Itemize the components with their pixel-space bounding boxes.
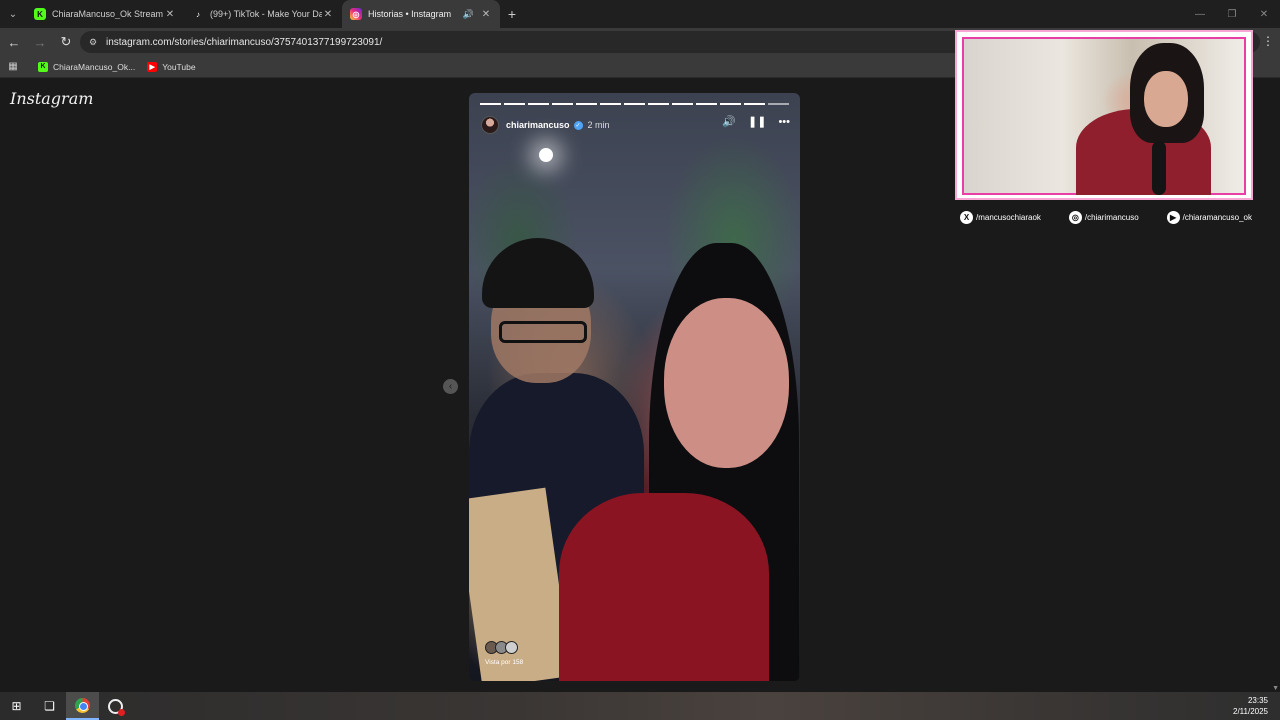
story-media-helmet <box>482 238 594 308</box>
youtube-icon: ▶ <box>1166 210 1180 224</box>
story-progress-segment <box>720 103 741 105</box>
close-icon[interactable]: ✕ <box>164 9 176 20</box>
close-icon[interactable]: ✕ <box>322 9 334 20</box>
social-handle: /chiarimancuso <box>1084 212 1139 222</box>
story-progress-segment <box>648 103 669 105</box>
bookmark-kick[interactable]: K ChiaraMancuso_Ok... <box>38 61 136 72</box>
webcam-feed <box>962 37 1246 195</box>
story-progress-segment <box>672 103 693 105</box>
story-progress-segment <box>504 103 525 105</box>
story-media-red-shirt <box>559 493 769 681</box>
story-viewer[interactable]: chiarimancuso ✓ 2 min 🔊 ❚❚ ••• Vista por… <box>469 93 800 681</box>
chrome-taskbar-button[interactable] <box>66 692 99 720</box>
story-timestamp: 2 min <box>587 120 610 130</box>
story-username[interactable]: chiarimancuso <box>506 120 570 130</box>
tab-title: Historias • Instagram <box>368 9 452 19</box>
instagram-stories-page: Instagram ‹ chiarimancuso ✓ 2 min 🔊 ❚❚ •… <box>0 30 1280 692</box>
instagram-logo[interactable]: Instagram <box>10 89 93 108</box>
tab-kick-stream[interactable]: K ChiaraMancuso_Ok Stream - W ✕ <box>26 0 184 28</box>
page-scrollbar[interactable]: ▼ <box>1270 79 1280 692</box>
story-progress-segment <box>528 103 549 105</box>
speaker-icon[interactable]: 🔊 <box>722 115 736 128</box>
social-handles: X /mancusochiaraok ◎ /chiarimancuso ▶ /c… <box>960 209 1252 225</box>
story-controls: 🔊 ❚❚ ••• <box>722 115 790 129</box>
social-handle: /mancusochiaraok <box>976 212 1041 222</box>
kick-icon: K <box>34 8 46 20</box>
forward-icon[interactable]: → <box>28 30 52 54</box>
youtube-icon: ▶ <box>147 61 158 72</box>
instagram-icon: ◎ <box>350 8 362 20</box>
clock-time: 23:35 <box>1247 696 1268 705</box>
webcam-overlay <box>955 30 1253 200</box>
pause-icon[interactable]: ❚❚ <box>748 115 766 128</box>
minimize-icon[interactable]: — <box>1184 0 1216 28</box>
chrome-icon <box>75 697 90 713</box>
tab-title: ChiaraMancuso_Ok Stream - W <box>52 9 164 19</box>
scroll-down-arrow-icon[interactable]: ▼ <box>1272 685 1279 692</box>
avatar[interactable] <box>481 116 499 134</box>
story-media-streetlight <box>539 148 553 162</box>
apps-grid-icon[interactable]: ▦ <box>0 56 26 78</box>
story-progress-bar <box>480 103 789 105</box>
speaker-icon[interactable]: 🔊 <box>463 9 474 20</box>
clock-date: 2/11/2025 <box>1233 707 1268 716</box>
webcam-face <box>1144 71 1188 127</box>
viewer-avatar <box>505 641 518 654</box>
back-icon[interactable]: ← <box>2 30 26 54</box>
story-progress-segment <box>552 103 573 105</box>
url-text[interactable]: instagram.com/stories/chiarimancuso/3757… <box>106 37 382 48</box>
tab-search-chevron-icon[interactable]: ⌄ <box>0 0 26 28</box>
social-handle: /chiaramancuso_ok <box>1182 212 1252 222</box>
story-progress-segment <box>480 103 501 105</box>
restore-icon[interactable]: ❐ <box>1216 0 1248 28</box>
close-window-icon[interactable]: ✕ <box>1248 0 1280 28</box>
story-media-glasses <box>499 321 587 343</box>
system-clock[interactable]: 23:35 2/11/2025 <box>1233 695 1268 717</box>
task-view-icon[interactable]: ❏ <box>33 692 66 720</box>
viewed-by-count[interactable]: Vista por 158 <box>485 659 523 666</box>
story-media-woman-face <box>664 298 789 468</box>
tab-instagram[interactable]: ◎ Historias • Instagram 🔊 ✕ <box>342 0 500 28</box>
previous-story-arrow-icon[interactable]: ‹ <box>443 379 458 394</box>
window-controls: — ❐ ✕ <box>1184 0 1280 28</box>
close-icon[interactable]: ✕ <box>480 9 492 20</box>
tab-tiktok[interactable]: ♪ (99+) TikTok - Make Your Day ✕ <box>184 0 342 28</box>
more-options-icon[interactable]: ••• <box>778 116 790 128</box>
bookmark-youtube[interactable]: ▶ YouTube <box>147 61 196 72</box>
reload-icon[interactable]: ↻ <box>54 30 78 54</box>
browser-menu-icon[interactable]: ⋮ <box>1262 34 1274 48</box>
tab-title: (99+) TikTok - Make Your Day <box>210 9 322 19</box>
tiktok-icon: ♪ <box>196 9 200 19</box>
social-x: X /mancusochiaraok <box>960 210 1041 224</box>
tab-strip: ⌄ K ChiaraMancuso_Ok Stream - W ✕ ♪ (99+… <box>0 0 1280 28</box>
social-youtube: ▶ /chiaramancuso_ok <box>1166 210 1252 224</box>
x-icon: X <box>960 210 973 224</box>
story-progress-segment <box>768 103 789 105</box>
viewer-avatars[interactable] <box>485 641 518 654</box>
bookmark-label: ChiaraMancuso_Ok... <box>53 61 136 72</box>
story-progress-segment <box>696 103 717 105</box>
social-instagram: ◎ /chiarimancuso <box>1068 210 1139 224</box>
microphone-icon <box>1152 141 1166 195</box>
obs-icon <box>108 698 125 716</box>
obs-taskbar-button[interactable] <box>99 692 132 720</box>
story-progress-segment <box>624 103 645 105</box>
windows-taskbar: ⊞ ❏ 23:35 2/11/2025 <box>0 692 1280 720</box>
story-progress-segment <box>744 103 765 105</box>
verified-badge-icon: ✓ <box>573 120 583 130</box>
windows-start-icon[interactable]: ⊞ <box>0 692 33 720</box>
story-header: chiarimancuso ✓ 2 min 🔊 ❚❚ ••• <box>481 115 790 135</box>
story-progress-segment <box>576 103 597 105</box>
kick-icon: K <box>38 61 48 72</box>
site-info-icon[interactable]: ⚙ <box>86 35 100 49</box>
new-tab-button[interactable]: + <box>500 0 524 28</box>
story-progress-segment <box>600 103 621 105</box>
bookmark-label: YouTube <box>162 61 196 72</box>
instagram-icon: ◎ <box>1068 210 1082 224</box>
